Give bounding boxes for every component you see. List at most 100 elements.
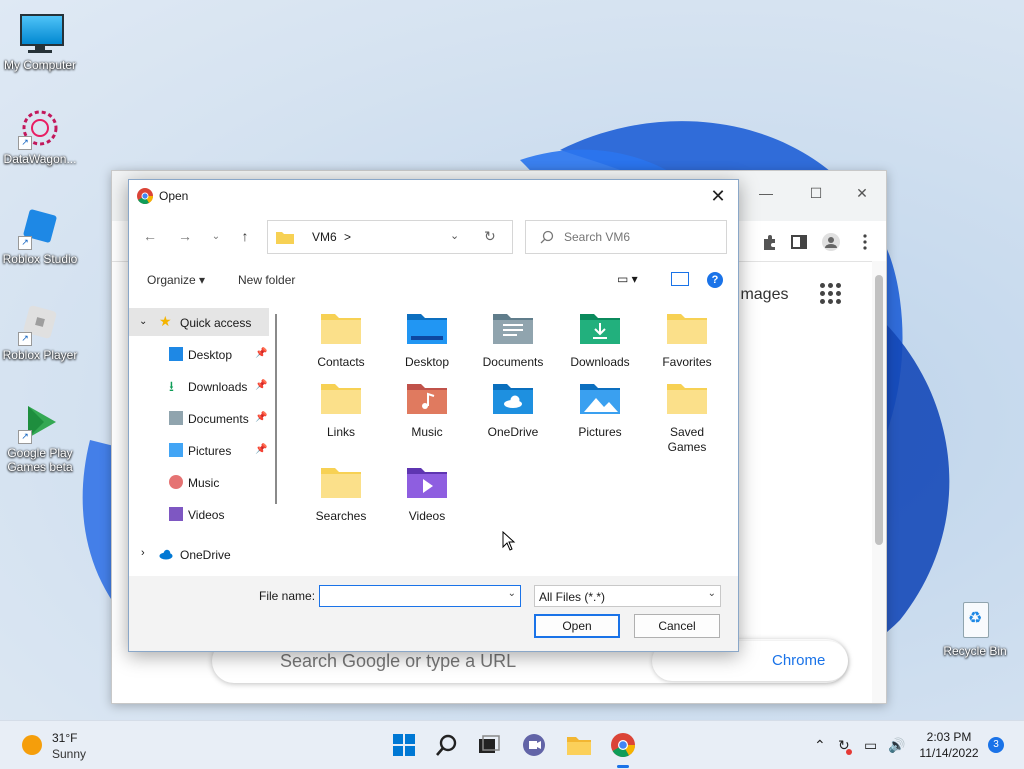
up-arrow-icon[interactable]: ↑ bbox=[236, 228, 254, 244]
view-options-icon[interactable]: ▭ ▾ bbox=[617, 272, 638, 286]
nav-item-desktop[interactable]: Desktop 📌 bbox=[129, 340, 269, 368]
file-item-music[interactable]: Music bbox=[385, 380, 469, 440]
nav-item-documents[interactable]: Documents 📌 bbox=[129, 404, 269, 432]
pin-icon[interactable]: 📌 bbox=[255, 412, 267, 423]
open-file-dialog[interactable]: Open ✕ ← → ⌄ ↑ VM6 > ⌄ ↻ Organize ▾ New … bbox=[128, 179, 739, 652]
side-panel-icon[interactable] bbox=[790, 233, 808, 251]
pin-icon[interactable]: 📌 bbox=[255, 348, 267, 359]
menu-kebab-icon[interactable] bbox=[856, 233, 874, 251]
google-apps-icon[interactable] bbox=[820, 283, 842, 305]
file-item-desktop[interactable]: Desktop bbox=[385, 310, 469, 370]
new-folder-button[interactable]: New folder bbox=[238, 273, 295, 287]
desktop-icon-recycle-bin[interactable]: ♻ Recycle Bin bbox=[935, 598, 1015, 658]
pin-icon[interactable]: 📌 bbox=[255, 444, 267, 455]
refresh-icon[interactable]: ↻ bbox=[484, 228, 496, 245]
file-name-label: File name: bbox=[259, 589, 316, 603]
weather-icon[interactable] bbox=[22, 735, 42, 755]
help-icon[interactable]: ? bbox=[707, 272, 723, 288]
file-item-links[interactable]: Links bbox=[299, 380, 383, 440]
address-bar[interactable]: VM6 > ⌄ ↻ bbox=[267, 220, 513, 254]
extensions-icon[interactable] bbox=[760, 233, 778, 251]
file-item-documents[interactable]: Documents bbox=[471, 310, 555, 370]
preview-pane-icon[interactable] bbox=[671, 272, 689, 286]
folder-icon bbox=[321, 468, 361, 498]
desktop-icon-my-computer[interactable]: My Computer bbox=[0, 12, 80, 72]
desktop-icon-label: Recycle Bin bbox=[943, 644, 1007, 658]
search-input[interactable] bbox=[562, 229, 716, 245]
maximize-icon[interactable]: ☐ bbox=[804, 185, 828, 201]
file-list[interactable]: Contacts Desktop Documents Downloads Fav… bbox=[285, 296, 738, 576]
nav-item-pictures[interactable]: Pictures 📌 bbox=[129, 436, 269, 464]
file-item-onedrive[interactable]: OneDrive bbox=[471, 380, 555, 440]
weather-condition[interactable]: Sunny bbox=[52, 747, 86, 761]
chrome-taskbar-icon[interactable] bbox=[609, 731, 637, 759]
desktop-icon-roblox-player[interactable]: ↗ Roblox Player bbox=[0, 302, 80, 362]
weather-temp[interactable]: 31°F bbox=[52, 731, 77, 745]
navigation-pane[interactable]: ⌄ ★ Quick access Desktop 📌 ⭳ Downloads 📌… bbox=[129, 296, 281, 576]
file-type-filter[interactable]: All Files (*.*) ⌄ bbox=[534, 585, 721, 607]
back-arrow-icon[interactable]: ← bbox=[141, 228, 159, 244]
close-icon[interactable]: ✕ bbox=[850, 185, 874, 201]
notification-badge[interactable]: 3 bbox=[988, 737, 1004, 753]
nav-item-downloads[interactable]: ⭳ Downloads 📌 bbox=[129, 372, 269, 400]
recent-locations-chevron-icon[interactable]: ⌄ bbox=[207, 231, 225, 242]
teams-chat-icon[interactable] bbox=[520, 731, 548, 759]
nav-quick-access[interactable]: ⌄ ★ Quick access bbox=[129, 308, 269, 336]
nav-item-label: Music bbox=[188, 476, 220, 490]
address-separator: > bbox=[344, 230, 352, 244]
scrollbar-thumb[interactable] bbox=[875, 275, 883, 545]
clock-date: 11/14/2022 bbox=[919, 746, 979, 760]
address-dropdown-icon[interactable]: ⌄ bbox=[450, 229, 459, 242]
desktop-icon-roblox-studio[interactable]: ↗ Roblox Studio bbox=[0, 206, 80, 266]
file-item-videos[interactable]: Videos bbox=[385, 464, 469, 524]
open-button[interactable]: Open bbox=[534, 614, 620, 638]
search-icon[interactable] bbox=[433, 731, 461, 759]
expand-chevron-icon[interactable]: › bbox=[141, 547, 145, 559]
nav-item-label: Videos bbox=[188, 508, 225, 522]
star-icon: ★ bbox=[159, 313, 172, 329]
desktop-icon-datawagon[interactable]: ↗ DataWagon... bbox=[0, 106, 80, 166]
file-explorer-icon[interactable] bbox=[565, 731, 593, 759]
onedrive-folder-icon bbox=[493, 384, 533, 414]
file-item-searches[interactable]: Searches bbox=[299, 464, 383, 524]
chevron-down-icon[interactable]: ⌄ bbox=[708, 588, 716, 599]
file-item-contacts[interactable]: Contacts bbox=[299, 310, 383, 370]
file-item-favorites[interactable]: Favorites bbox=[645, 310, 729, 370]
file-item-pictures[interactable]: Pictures bbox=[558, 380, 642, 440]
pin-icon[interactable]: 📌 bbox=[255, 380, 267, 391]
network-icon[interactable]: ▭ bbox=[864, 737, 877, 754]
file-type-value: All Files (*.*) bbox=[539, 590, 606, 604]
file-name-input[interactable] bbox=[324, 588, 498, 604]
file-name-combobox[interactable]: ⌄ bbox=[319, 585, 521, 607]
nav-onedrive[interactable]: › OneDrive bbox=[129, 540, 269, 568]
dialog-close-button[interactable]: ✕ bbox=[706, 185, 730, 207]
images-link[interactable]: Images bbox=[736, 286, 788, 304]
desktop-icon-label: Roblox Studio bbox=[2, 252, 78, 266]
search-box[interactable] bbox=[525, 220, 727, 254]
nav-item-videos[interactable]: Videos bbox=[129, 500, 269, 528]
show-hidden-icons-chevron-icon[interactable]: ⌃ bbox=[814, 737, 826, 754]
cancel-button[interactable]: Cancel bbox=[634, 614, 720, 638]
profile-icon[interactable] bbox=[822, 233, 840, 251]
nav-item-music[interactable]: Music bbox=[129, 468, 269, 496]
organize-button[interactable]: Organize ▾ bbox=[147, 273, 205, 287]
recycle-bin-icon: ♻ bbox=[953, 598, 997, 642]
chrome-scrollbar[interactable] bbox=[872, 261, 886, 703]
forward-arrow-icon[interactable]: → bbox=[176, 228, 194, 244]
expand-chevron-icon[interactable]: ⌄ bbox=[139, 316, 147, 327]
file-item-downloads[interactable]: Downloads bbox=[558, 310, 642, 370]
clock[interactable]: 2:03 PM 11/14/2022 bbox=[918, 729, 980, 761]
desktop-icon-google-play-games[interactable]: ↗ Google Play Games beta bbox=[0, 400, 80, 474]
chrome-logo-icon bbox=[137, 188, 153, 204]
desktop-icon-label: Roblox Player bbox=[2, 348, 78, 362]
volume-icon[interactable]: 🔊 bbox=[888, 737, 905, 754]
file-item-saved-games[interactable]: Saved Games bbox=[645, 380, 729, 455]
chevron-down-icon[interactable]: ⌄ bbox=[508, 588, 516, 599]
pictures-icon bbox=[169, 443, 183, 457]
address-crumb[interactable]: VM6 bbox=[312, 230, 337, 244]
start-windows-icon[interactable] bbox=[390, 731, 418, 759]
task-view-icon[interactable] bbox=[475, 731, 503, 759]
nav-pane-scrollbar[interactable] bbox=[275, 314, 277, 504]
nav-item-label: Desktop bbox=[188, 348, 233, 362]
minimize-icon[interactable]: — bbox=[754, 185, 778, 201]
